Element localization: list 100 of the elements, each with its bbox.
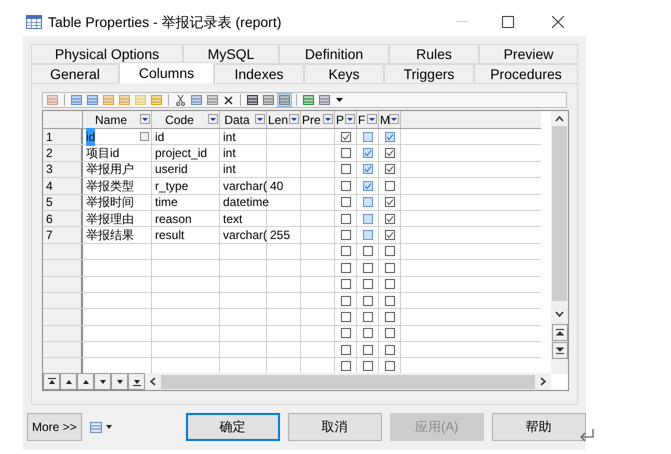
checkbox[interactable] xyxy=(340,132,350,142)
checkbox[interactable] xyxy=(340,328,350,338)
more-button[interactable]: More >> xyxy=(27,413,82,441)
checkbox[interactable] xyxy=(362,344,372,355)
tab[interactable]: General xyxy=(31,64,119,84)
filter-dropdown-icon[interactable] xyxy=(255,114,265,124)
tab[interactable]: Physical Options xyxy=(31,44,183,64)
column-header[interactable]: Name xyxy=(94,111,139,128)
checkbox[interactable] xyxy=(340,214,350,224)
row-header[interactable] xyxy=(43,292,83,308)
tab[interactable]: Rules xyxy=(389,44,479,64)
checkbox[interactable] xyxy=(362,164,372,174)
checkbox[interactable] xyxy=(340,361,350,372)
checkbox[interactable] xyxy=(384,279,394,290)
tab[interactable]: Columns xyxy=(119,62,214,83)
scroll-thumb[interactable] xyxy=(161,374,535,388)
checkbox[interactable] xyxy=(362,132,372,142)
scroll-top-button[interactable] xyxy=(552,324,568,341)
dialog-button[interactable]: 确定 xyxy=(186,413,280,441)
filter-dropdown-icon[interactable] xyxy=(208,114,218,124)
checkbox[interactable] xyxy=(362,214,372,224)
checkbox[interactable] xyxy=(362,180,372,191)
move-down-fast-button[interactable] xyxy=(111,373,128,390)
checkbox[interactable] xyxy=(340,312,350,322)
filter-dropdown-icon[interactable] xyxy=(389,114,399,124)
row-header[interactable] xyxy=(43,326,83,342)
tab[interactable]: Procedures xyxy=(474,64,578,84)
filter-dropdown-icon[interactable] xyxy=(367,114,377,124)
checkbox[interactable] xyxy=(362,296,372,306)
checkbox[interactable] xyxy=(340,262,350,273)
scroll-bottom-button[interactable] xyxy=(552,342,568,359)
dropdown-caret-icon[interactable] xyxy=(106,425,112,429)
filter-dropdown-icon[interactable] xyxy=(323,114,333,124)
dialog-button[interactable]: 帮助 xyxy=(492,413,586,441)
checkbox[interactable] xyxy=(384,312,394,322)
checkbox[interactable] xyxy=(340,296,350,306)
row-number[interactable]: 6 xyxy=(43,210,83,226)
column-header[interactable]: M xyxy=(380,111,390,128)
checkbox[interactable] xyxy=(384,180,394,191)
row-number[interactable]: 5 xyxy=(43,194,83,210)
maximize-icon[interactable] xyxy=(502,16,514,28)
column-header[interactable]: Code xyxy=(165,111,206,128)
filter-dropdown-icon[interactable] xyxy=(345,114,355,124)
row-header[interactable] xyxy=(43,309,83,325)
dropdown-caret-icon[interactable] xyxy=(336,98,343,102)
row-number[interactable]: 2 xyxy=(43,145,83,161)
checkbox[interactable] xyxy=(384,361,394,372)
checkbox[interactable] xyxy=(362,148,372,158)
checkbox[interactable] xyxy=(362,262,372,273)
row-number[interactable]: 7 xyxy=(43,227,83,243)
tab[interactable]: Indexes xyxy=(214,64,304,84)
checkbox[interactable] xyxy=(340,164,350,174)
checkbox[interactable] xyxy=(340,230,350,240)
checkbox[interactable] xyxy=(384,344,394,355)
tab[interactable]: Keys xyxy=(304,64,384,84)
checkbox[interactable] xyxy=(340,279,350,290)
checkbox[interactable] xyxy=(384,296,394,306)
column-header[interactable]: Len xyxy=(268,111,288,128)
checkbox[interactable] xyxy=(362,230,372,240)
row-number[interactable]: 1 xyxy=(43,129,83,144)
edit-button[interactable] xyxy=(140,132,149,141)
checkbox[interactable] xyxy=(384,262,394,273)
checkbox[interactable] xyxy=(384,164,394,174)
filter-dropdown-icon[interactable] xyxy=(140,114,150,124)
horizontal-scrollbar[interactable] xyxy=(145,373,551,390)
checkbox[interactable] xyxy=(384,197,394,208)
row-number[interactable]: 3 xyxy=(43,162,83,178)
filter-dropdown-icon[interactable] xyxy=(289,114,299,124)
checkbox[interactable] xyxy=(362,361,372,372)
row-header[interactable] xyxy=(43,244,83,260)
tab[interactable]: Triggers xyxy=(384,64,474,84)
checkbox[interactable] xyxy=(362,246,372,256)
tab[interactable]: Definition xyxy=(279,44,389,64)
checkbox[interactable] xyxy=(340,344,350,355)
row-header[interactable] xyxy=(43,260,83,276)
move-top-button[interactable] xyxy=(43,373,60,390)
vertical-scrollbar[interactable] xyxy=(551,111,568,374)
tab[interactable]: Preview xyxy=(479,44,578,64)
move-up-button[interactable] xyxy=(77,373,94,390)
checkbox[interactable] xyxy=(384,328,394,338)
move-up-fast-button[interactable] xyxy=(60,373,77,390)
checkbox[interactable] xyxy=(384,246,394,256)
row-number[interactable]: 4 xyxy=(43,178,83,194)
column-header[interactable]: P xyxy=(336,111,344,128)
tab[interactable]: MySQL xyxy=(183,44,279,64)
checkbox[interactable] xyxy=(384,148,394,158)
checkbox[interactable] xyxy=(362,197,372,208)
checkbox[interactable] xyxy=(340,180,350,191)
checkbox[interactable] xyxy=(362,328,372,338)
checkbox[interactable] xyxy=(384,230,394,240)
checkbox[interactable] xyxy=(340,197,350,208)
row-header[interactable] xyxy=(43,342,83,358)
cut-icon[interactable] xyxy=(173,93,188,107)
checkbox[interactable] xyxy=(384,214,394,224)
move-down-button[interactable] xyxy=(94,373,111,390)
checkbox[interactable] xyxy=(340,148,350,158)
dialog-button[interactable]: 取消 xyxy=(288,413,382,441)
checkbox[interactable] xyxy=(384,132,394,142)
checkbox[interactable] xyxy=(340,246,350,256)
column-header[interactable]: Pre xyxy=(302,111,321,128)
